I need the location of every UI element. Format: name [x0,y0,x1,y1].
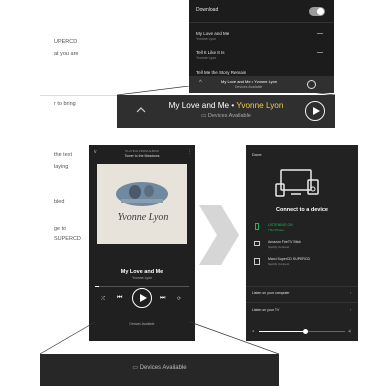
player-header-label: PLAYING FROM ALBUM [125,149,159,153]
play-icon [139,293,147,302]
instruction-page: UPERCD at you are r to bring the text la… [0,0,383,386]
more-icon[interactable] [317,52,323,53]
player-artist: Yvonne Lyon [131,276,153,280]
now-playing-track: My Love and Me • Yvonne Lyon [117,101,335,110]
speaker-icon [254,258,260,265]
song-title: My Love and Me [168,101,230,110]
devices-icon: ▭ [201,113,208,119]
divider [246,286,358,287]
track-title[interactable]: Tell Me the Story Remain [196,70,246,75]
devices-icon: ▭ [132,365,140,371]
download-toggle[interactable] [309,7,325,16]
device-sub: Spotify Connect [268,262,290,266]
player-song-title: My Love and Me [120,269,164,275]
callout-lines [40,321,279,355]
instruction-text: ge to [54,226,67,232]
instruction-text: at you are [54,51,79,57]
progress-fill [95,286,99,287]
volume-high-icon: ◂) [348,329,351,333]
mini-track-info: My Love and Me • Yvonne Lyon [221,79,278,84]
menu-item[interactable]: Listen on your TV [252,308,279,312]
divider [246,302,358,303]
next-icon[interactable]: ⏭ [160,295,165,302]
devices-illustration [275,169,319,197]
play-button[interactable] [132,288,152,308]
phone-icon [255,223,259,230]
connect-title: Connect to a device [276,207,328,213]
menu-item[interactable]: Listen on your computer [252,291,290,295]
track-title[interactable]: My Love and Me [196,31,229,36]
track-artist: Yvonne Lyon [196,56,217,60]
device-name[interactable]: Amazon FireTV Stick [268,240,301,244]
volume-handle[interactable] [303,329,308,334]
instruction-text: UPERCD [54,39,78,45]
play-button[interactable] [305,101,325,121]
track-artist: Yvonne Lyon [196,37,217,41]
device-name[interactable]: LISTENING ON [268,223,293,227]
now-playing-bar-zoom[interactable]: My Love and Me • Yvonne Lyon ▭ Devices A… [117,95,335,128]
device-name[interactable]: Marci SuperCD SUPERCD [268,257,310,261]
devices-available-label[interactable]: ▭ Devices Available [40,364,279,371]
chevron-right-icon [199,205,239,265]
instruction-text: bled [54,199,65,205]
shuffle-icon[interactable]: ⤮ [101,296,105,302]
settings-screen: Download My Love and Me Yvonne Lyon Tell… [189,0,334,93]
album-art: Yvonne Lyon [97,164,187,244]
previous-icon[interactable]: ⏮ [117,295,122,302]
divider [40,95,117,96]
player-header-album: Tower to the Meadows [124,154,160,158]
done-button[interactable]: Done [252,152,262,157]
chevron-right-icon: › [350,307,352,312]
repeat-icon[interactable]: ⟳ [177,296,181,302]
svg-text:Yvonne Lyon: Yvonne Lyon [118,212,169,223]
device-sub: Spotify Connect [268,245,290,249]
connect-screen: Done Connect to a device LISTENING ON Th… [246,145,358,341]
more-icon[interactable] [317,33,323,34]
track-title[interactable]: Tell It Like It Is [196,50,225,55]
chevron-right-icon: › [350,290,352,295]
player-screen: v PLAYING FROM ALBUM Tower to the Meadow… [89,145,195,341]
instruction-text: r to bring [54,101,76,107]
devices-available-label[interactable]: ▭ Devices Available [117,113,335,119]
device-sub: This iPhone [268,228,284,232]
devices-available-bar-zoom[interactable]: ▭ Devices Available [40,354,279,386]
instruction-text: laying [54,164,69,170]
divider [189,22,334,23]
progress-track[interactable] [95,286,189,287]
instruction-text: the text [54,152,73,158]
album-art-illustration: Yvonne Lyon [97,164,187,244]
instruction-text: SUPERCD [54,236,81,242]
more-icon[interactable]: ⋮ [187,149,192,155]
tv-icon [254,241,260,246]
artist-name: Yvonne Lyon [236,101,284,110]
download-label: Download [196,7,219,13]
